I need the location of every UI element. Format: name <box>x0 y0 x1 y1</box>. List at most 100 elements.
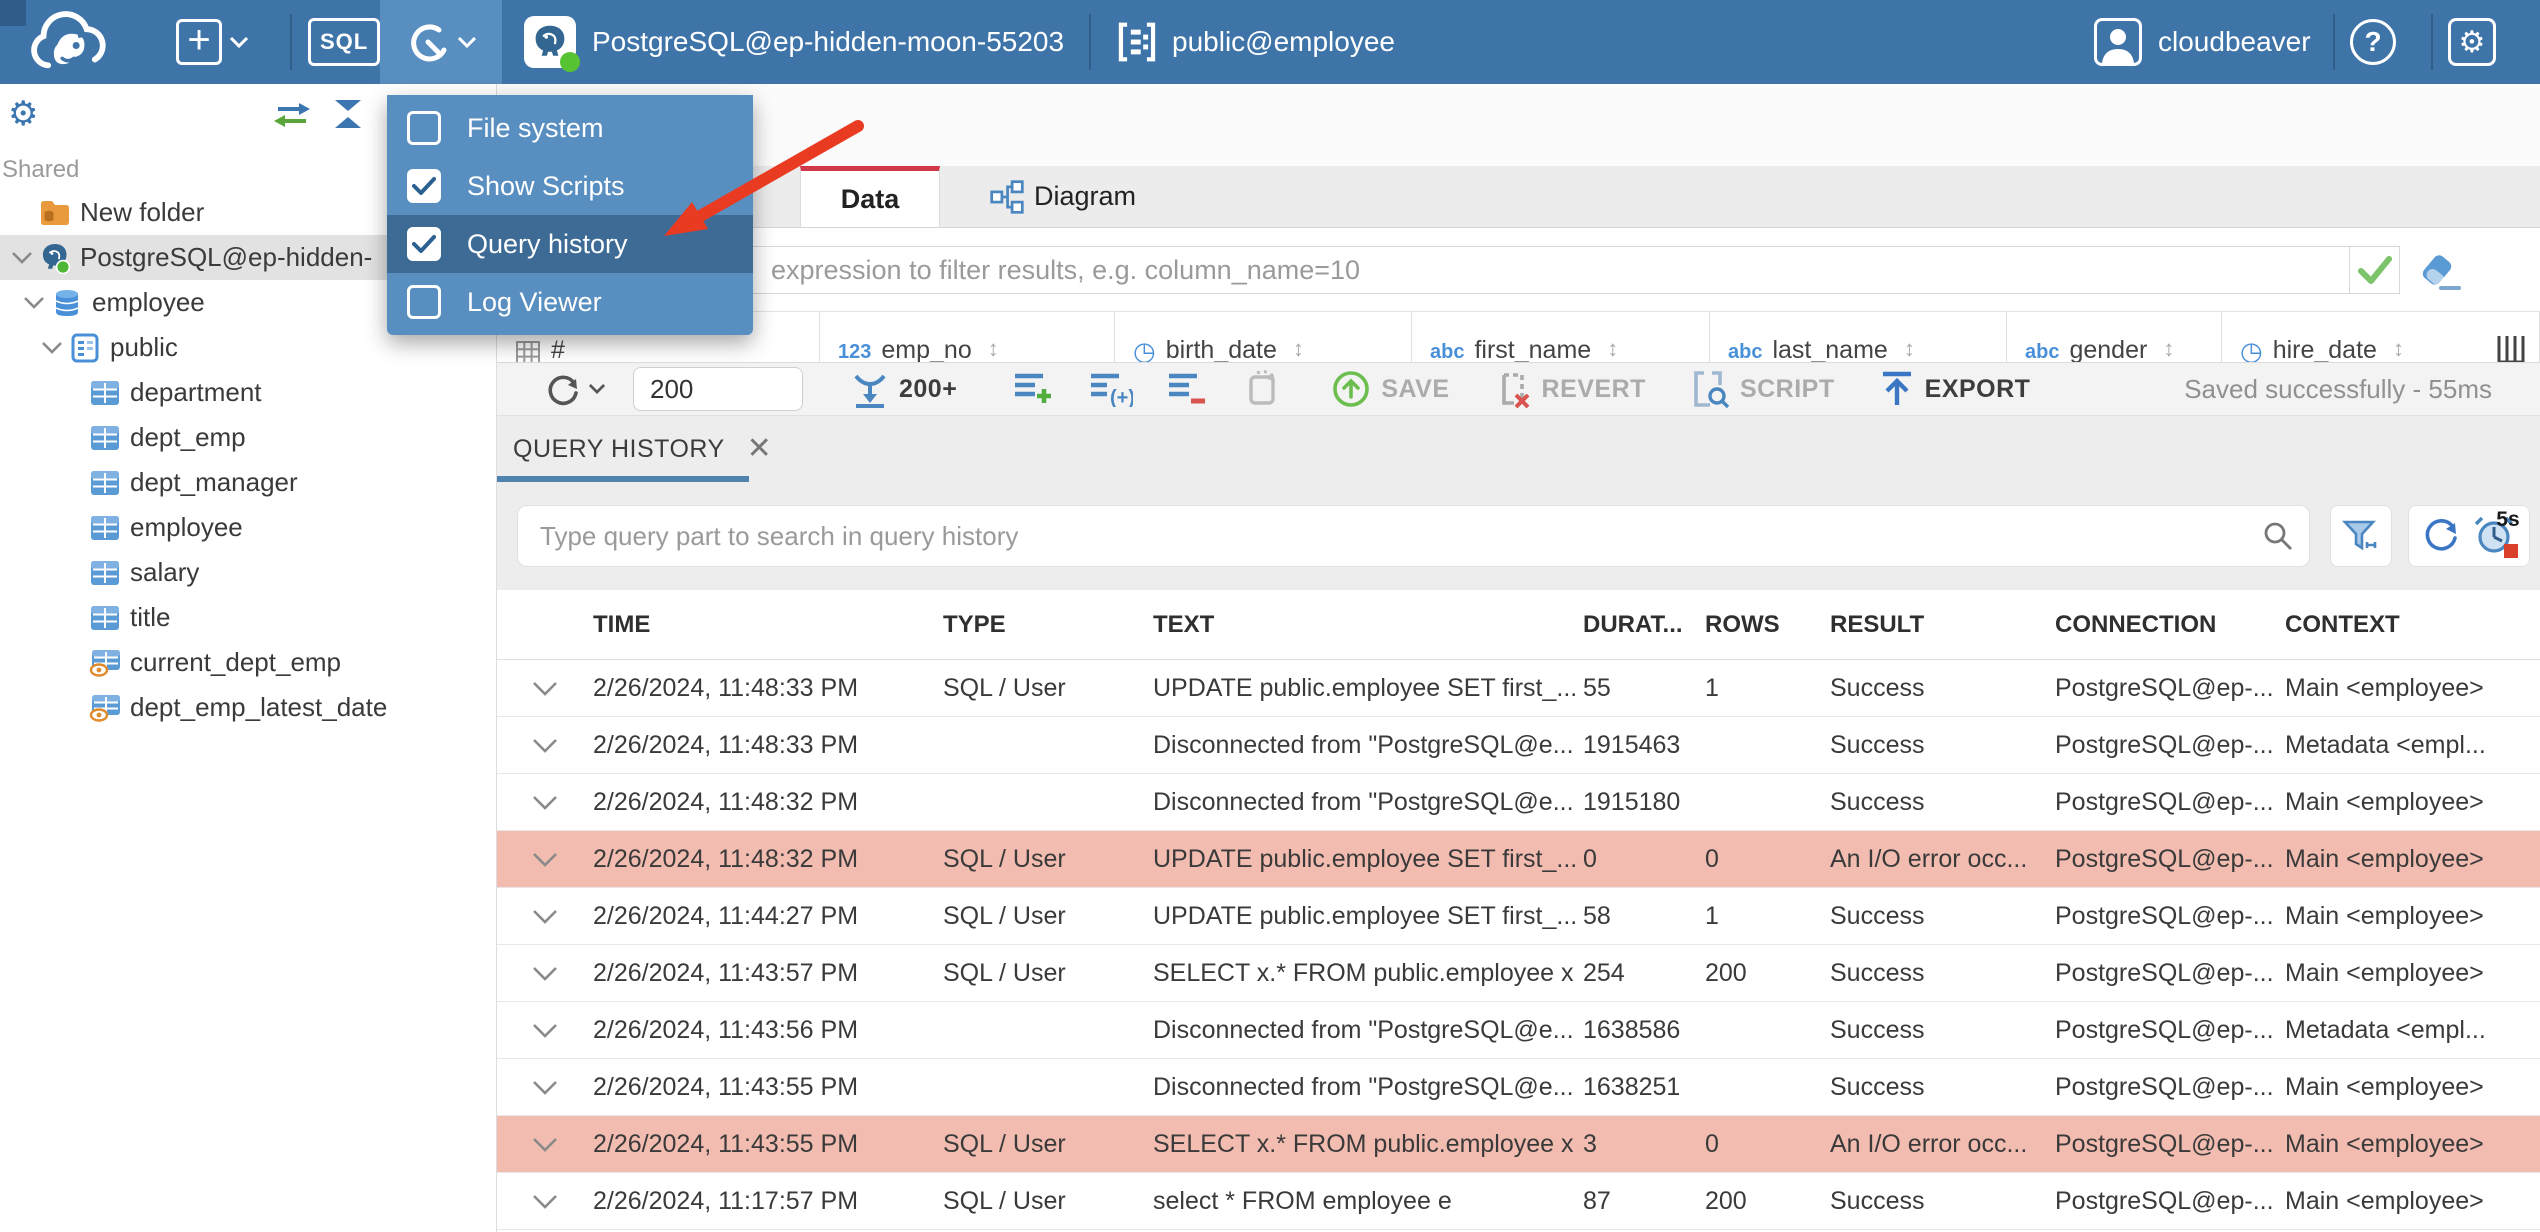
sort-icon[interactable]: ↕ <box>1904 336 1915 362</box>
collapse-all-icon[interactable] <box>330 98 366 135</box>
refresh-results-button[interactable] <box>543 369 605 409</box>
sql-editor-button[interactable]: SQL <box>308 0 381 84</box>
tree-item[interactable]: dept_emp_latest_date <box>0 685 496 730</box>
settings-button[interactable]: ⚙ <box>2448 0 2496 84</box>
grid-column-header[interactable]: ◷ birth_date ↕ <box>1115 312 1412 362</box>
row-expand-chevron[interactable] <box>497 795 593 810</box>
help-button[interactable]: ? <box>2350 0 2396 84</box>
delete-row-button[interactable] <box>1167 371 1209 407</box>
checkbox-icon[interactable] <box>407 169 441 203</box>
query-history-search-input[interactable] <box>517 505 2310 567</box>
row-expand-chevron[interactable] <box>497 1137 593 1152</box>
tree-item[interactable]: dept_manager <box>0 460 496 505</box>
add-row-button[interactable] <box>1013 371 1055 407</box>
row-expand-chevron[interactable] <box>497 966 593 981</box>
query-history-row[interactable]: 2/26/2024, 11:48:32 PM SQL / User UPDATE… <box>497 831 2540 888</box>
tools-menu-item[interactable]: Log Viewer <box>387 273 753 331</box>
col-type[interactable]: TYPE <box>943 611 1153 639</box>
close-icon[interactable]: ✕ <box>747 434 772 464</box>
tab-data[interactable]: Data <box>800 166 940 227</box>
tools-menu-item[interactable]: Show Scripts <box>387 157 753 215</box>
query-history-tab-bar: QUERY HISTORY ✕ <box>497 416 2540 482</box>
result-filter-input[interactable]: expression to filter results, e.g. colum… <box>505 246 2400 294</box>
grid-column-header[interactable]: ◷ hire_date ↕ <box>2222 312 2540 362</box>
row-expand-chevron[interactable] <box>497 1080 593 1095</box>
tree-item[interactable]: salary <box>0 550 496 595</box>
tree-item[interactable]: current_dept_emp <box>0 640 496 685</box>
sort-icon[interactable]: ↕ <box>988 336 999 362</box>
tools-menu-item[interactable]: Query history <box>387 215 753 273</box>
col-rows[interactable]: ROWS <box>1705 611 1830 639</box>
cloudbeaver-logo[interactable] <box>26 0 110 84</box>
query-history-row[interactable]: 2/26/2024, 11:43:55 PM SQL / User SELECT… <box>497 1116 2540 1173</box>
grid-column-header[interactable]: 123 emp_no ↕ <box>820 312 1115 362</box>
tree-item[interactable]: dept_emp <box>0 415 496 460</box>
row-expand-chevron[interactable] <box>497 1023 593 1038</box>
query-history-row[interactable]: 2/26/2024, 11:48:33 PM SQL / User UPDATE… <box>497 660 2540 717</box>
auto-refresh-timer-button[interactable]: 5s <box>2474 508 2520 560</box>
sidebar-settings-icon[interactable]: ⚙ <box>8 94 38 134</box>
active-connection-button[interactable]: PostgreSQL@ep-hidden-moon-55203 <box>524 0 1064 84</box>
col-time[interactable]: TIME <box>593 611 943 639</box>
sort-icon[interactable]: ↕ <box>2393 336 2404 362</box>
checkbox-icon[interactable] <box>407 227 441 261</box>
refresh-document-button[interactable] <box>1243 369 1283 409</box>
col-duration[interactable]: DURAT... <box>1583 611 1705 639</box>
row-limit-input[interactable] <box>633 367 803 411</box>
sort-icon[interactable]: ↕ <box>1293 336 1304 362</box>
grid-column-header[interactable]: abc first_name ↕ <box>1412 312 1710 362</box>
tab-query-history[interactable]: QUERY HISTORY ✕ <box>497 416 772 482</box>
checkbox-icon[interactable] <box>407 111 441 145</box>
grid-column-header[interactable]: abc last_name ↕ <box>1710 312 2007 362</box>
tree-item[interactable]: title <box>0 595 496 640</box>
tools-menu-item[interactable]: File system <box>387 99 753 157</box>
tab-diagram[interactable]: Diagram <box>960 166 1166 227</box>
row-expand-chevron[interactable] <box>497 909 593 924</box>
query-history-row[interactable]: 2/26/2024, 11:48:32 PM Disconnected from… <box>497 774 2540 831</box>
tree-item[interactable]: employee <box>0 505 496 550</box>
row-expand-chevron[interactable] <box>497 681 593 696</box>
schema-selector-button[interactable]: public@employee <box>1116 0 1395 84</box>
query-history-row[interactable]: 2/26/2024, 11:44:27 PM SQL / User UPDATE… <box>497 888 2540 945</box>
sort-icon[interactable]: ↕ <box>2163 336 2174 362</box>
col-text[interactable]: TEXT <box>1153 611 1583 639</box>
chevron-down-icon[interactable] <box>6 251 38 264</box>
load-more-button[interactable]: 200+ <box>851 370 957 408</box>
menu-item-label: Log Viewer <box>467 286 602 317</box>
revert-button[interactable]: REVERT <box>1494 369 1646 409</box>
row-expand-chevron[interactable] <box>497 1194 593 1209</box>
checkbox-icon[interactable] <box>407 285 441 319</box>
tools-menu-button[interactable] <box>380 0 502 84</box>
grid-settings-icon[interactable] <box>2496 336 2526 362</box>
sync-connection-icon[interactable] <box>272 100 312 135</box>
new-connection-button[interactable]: + <box>176 0 248 84</box>
export-button[interactable]: EXPORT <box>1879 369 2031 409</box>
tree-item[interactable]: department <box>0 370 496 415</box>
chevron-down-icon[interactable] <box>36 341 68 354</box>
gear-icon: ⚙ <box>2448 18 2496 66</box>
chevron-down-icon[interactable] <box>18 296 50 309</box>
duplicate-row-button[interactable]: (+) <box>1089 371 1133 407</box>
query-history-row[interactable]: 2/26/2024, 11:48:33 PM Disconnected from… <box>497 717 2540 774</box>
apply-filter-button[interactable] <box>2349 247 2399 293</box>
query-history-refresh-button[interactable] <box>2420 513 2462 560</box>
save-button[interactable]: SAVE <box>1331 369 1449 409</box>
query-history-row[interactable]: 2/26/2024, 11:43:56 PM Disconnected from… <box>497 1002 2540 1059</box>
query-history-row[interactable]: 2/26/2024, 11:43:57 PM SQL / User SELECT… <box>497 945 2540 1002</box>
col-result[interactable]: RESULT <box>1830 611 2055 639</box>
col-connection[interactable]: CONNECTION <box>2055 611 2285 639</box>
query-history-row[interactable]: 2/26/2024, 11:17:57 PM SQL / User select… <box>497 1173 2540 1230</box>
query-history-filter-button[interactable] <box>2330 505 2392 567</box>
grid-column-header[interactable]: abc gender ↕ <box>2007 312 2222 362</box>
sort-icon[interactable]: ↕ <box>1607 336 1618 362</box>
row-expand-chevron[interactable] <box>497 852 593 867</box>
col-context[interactable]: CONTEXT <box>2285 611 2540 639</box>
cell-result: Success <box>1830 730 1925 759</box>
user-menu-button[interactable]: cloudbeaver <box>2094 0 2311 84</box>
script-button[interactable]: SCRIPT <box>1690 369 1835 409</box>
column-name: birth_date <box>1165 336 1277 362</box>
query-history-row[interactable]: 2/26/2024, 11:43:55 PM Disconnected from… <box>497 1059 2540 1116</box>
column-type-icon: abc <box>1728 341 1763 362</box>
clear-filter-button[interactable] <box>2417 250 2463 297</box>
row-expand-chevron[interactable] <box>497 738 593 753</box>
